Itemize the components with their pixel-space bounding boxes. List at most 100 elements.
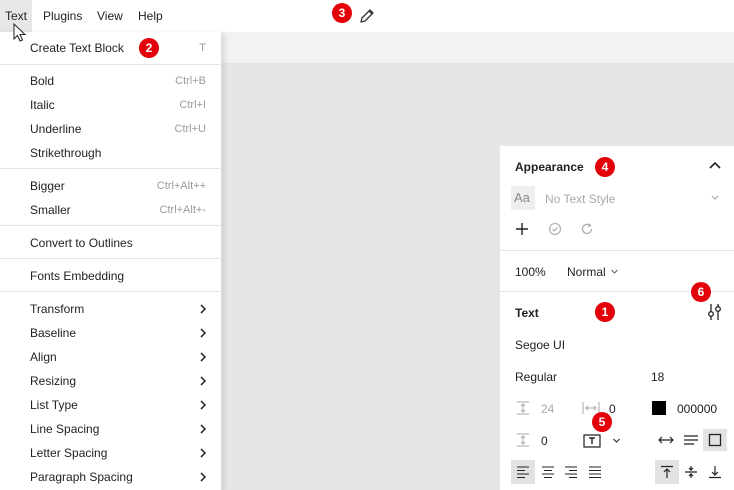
menu-item-italic[interactable]: Italic Ctrl+I: [0, 93, 222, 117]
menu-separator: [0, 64, 222, 65]
chevron-right-icon: [200, 328, 207, 338]
menu-item-bigger[interactable]: Bigger Ctrl+Alt++: [0, 174, 222, 198]
chevron-right-icon: [200, 448, 207, 458]
menu-item-label: Bold: [30, 74, 55, 88]
plus-icon[interactable]: [515, 222, 529, 236]
menu-separator: [0, 168, 222, 169]
line-height-icon: [517, 401, 529, 415]
mouse-cursor-icon: [13, 23, 27, 42]
menu-item-paragraph-spacing[interactable]: Paragraph Spacing: [0, 465, 222, 489]
align-top-icon: [661, 465, 673, 478]
menu-item-label: List Type: [30, 398, 78, 412]
letter-spacing-input[interactable]: 0: [609, 401, 616, 417]
menu-item-line-spacing[interactable]: Line Spacing: [0, 417, 222, 441]
align-bottom-icon[interactable]: [708, 465, 722, 479]
callout-badge: 4: [595, 157, 615, 177]
menu-item-smaller[interactable]: Smaller Ctrl+Alt+-: [0, 198, 222, 222]
callout-badge: 2: [139, 38, 159, 58]
align-top-button[interactable]: [655, 460, 679, 484]
menu-item-label: Create Text Block: [30, 41, 124, 55]
callout-badge: 3: [332, 3, 352, 23]
menu-item-shortcut: Ctrl+U: [174, 123, 206, 135]
menu-item-label: Fonts Embedding: [30, 269, 125, 283]
menu-item-label: Italic: [30, 98, 55, 112]
paragraph-spacing-icon: [517, 433, 529, 447]
check-circle-icon[interactable]: [548, 222, 562, 236]
blend-mode-select[interactable]: Normal: [567, 264, 606, 280]
text-color-swatch[interactable]: [652, 401, 666, 415]
menu-separator: [0, 291, 222, 292]
settings-sliders-icon[interactable]: [707, 303, 723, 321]
callout-badge: 6: [691, 282, 711, 302]
fixed-size-button[interactable]: [703, 429, 727, 451]
menu-item-list-type[interactable]: List Type: [0, 393, 222, 417]
menu-help[interactable]: Help: [133, 0, 168, 32]
chevron-right-icon: [200, 400, 207, 410]
text-section-title: Text: [515, 306, 539, 320]
menu-item-bold[interactable]: Bold Ctrl+B: [0, 69, 222, 93]
paragraph-spacing-input[interactable]: 0: [541, 433, 548, 449]
menu-item-shortcut: Ctrl+Alt++: [156, 180, 206, 192]
menu-separator: [0, 225, 222, 226]
menu-item-label: Line Spacing: [30, 422, 100, 436]
align-right-icon[interactable]: [564, 466, 578, 478]
menu-item-label: Letter Spacing: [30, 446, 108, 460]
menu-item-label: Bigger: [30, 179, 65, 193]
align-justify-icon[interactable]: [588, 466, 602, 478]
menu-item-shortcut: Ctrl+I: [179, 99, 206, 111]
menu-item-letter-spacing[interactable]: Letter Spacing: [0, 441, 222, 465]
auto-width-icon[interactable]: [658, 434, 674, 446]
menu-item-shortcut: Ctrl+B: [175, 75, 206, 87]
align-middle-icon[interactable]: [684, 465, 698, 479]
font-weight-select[interactable]: Regular: [515, 369, 557, 385]
chevron-right-icon: [200, 424, 207, 434]
menu-item-shortcut: Ctrl+Alt+-: [159, 204, 206, 216]
font-size-input[interactable]: 18: [651, 369, 664, 385]
menu-item-label: Baseline: [30, 326, 77, 340]
menu-item-fonts-embedding[interactable]: Fonts Embedding: [0, 264, 222, 288]
text-style-icon[interactable]: Aa: [511, 186, 535, 210]
auto-height-icon[interactable]: [683, 434, 699, 446]
chevron-down-icon[interactable]: [612, 437, 621, 444]
text-box-icon[interactable]: [583, 432, 601, 448]
menu-view[interactable]: View: [92, 0, 128, 32]
menu-item-resizing[interactable]: Resizing: [0, 369, 222, 393]
text-style-icon-label: Aa: [514, 190, 530, 205]
text-color-hex[interactable]: 000000: [677, 401, 717, 417]
fixed-size-icon: [708, 433, 722, 447]
menu-item-underline[interactable]: Underline Ctrl+U: [0, 117, 222, 141]
menu-item-label: Strikethrough: [30, 146, 102, 160]
chevron-right-icon: [200, 352, 207, 362]
font-family-select[interactable]: Segoe UI: [515, 337, 565, 353]
opacity-value[interactable]: 100%: [515, 264, 546, 280]
menu-separator: [0, 258, 222, 259]
menu-item-transform[interactable]: Transform: [0, 297, 222, 321]
menu-plugins[interactable]: Plugins: [38, 0, 87, 32]
menu-bar: Text Plugins View Help: [0, 0, 734, 32]
line-height-input[interactable]: 24: [541, 401, 554, 417]
menu-item-convert-to-outlines[interactable]: Convert to Outlines: [0, 231, 222, 255]
refresh-icon[interactable]: [580, 222, 594, 236]
chevron-down-icon[interactable]: [710, 194, 720, 202]
menu-item-shortcut: T: [199, 42, 206, 54]
menu-item-baseline[interactable]: Baseline: [0, 321, 222, 345]
appearance-title: Appearance: [515, 160, 584, 174]
menu-item-label: Align: [30, 350, 57, 364]
menu-item-label: Underline: [30, 122, 82, 136]
align-center-icon[interactable]: [541, 466, 555, 478]
menu-item-strikethrough[interactable]: Strikethrough: [0, 141, 222, 165]
align-left-button[interactable]: [511, 460, 535, 484]
chevron-right-icon: [200, 304, 207, 314]
text-style-select[interactable]: No Text Style: [545, 191, 615, 207]
chevron-down-icon[interactable]: [610, 268, 619, 275]
callout-badge: 1: [595, 302, 615, 322]
menu-item-create-text-block[interactable]: Create Text Block T: [0, 36, 222, 60]
properties-panel: Appearance Aa No Text Style 100% Normal …: [500, 146, 734, 490]
menu-item-label: Paragraph Spacing: [30, 470, 133, 484]
chevron-right-icon: [200, 472, 207, 482]
pencil-icon[interactable]: [358, 7, 376, 25]
callout-badge: 5: [592, 412, 612, 432]
menu-item-align[interactable]: Align: [0, 345, 222, 369]
chevron-up-icon[interactable]: [708, 160, 722, 170]
menu-item-label: Convert to Outlines: [30, 236, 133, 250]
